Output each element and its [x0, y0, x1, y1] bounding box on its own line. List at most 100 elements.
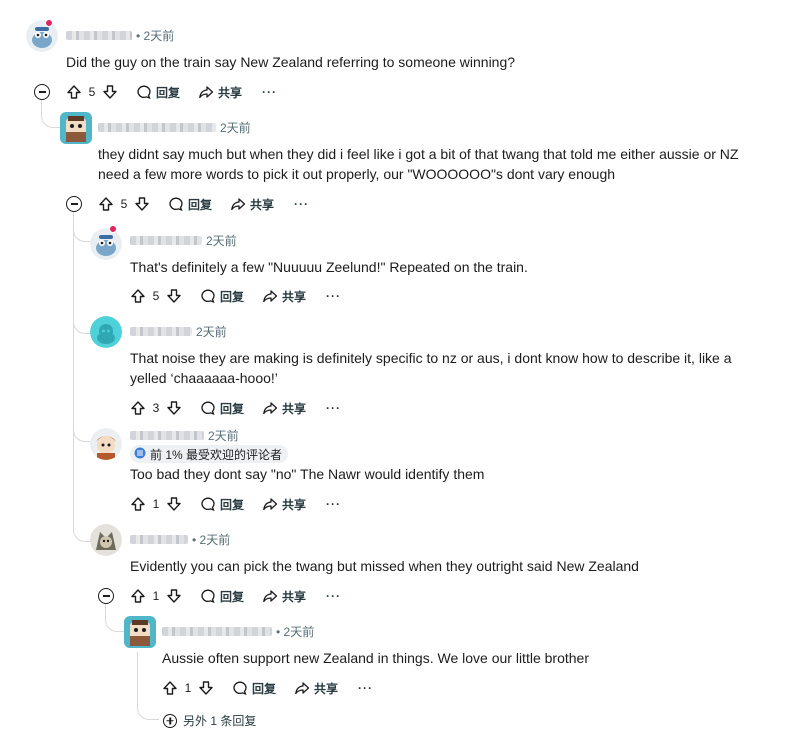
online-indicator [109, 225, 117, 233]
thread-elbow-c1 [41, 100, 61, 128]
comment-actions: 3 回复 共享 ··· [130, 398, 341, 418]
reply-label: 回复 [188, 197, 213, 212]
comment-body: That's definitely a few "Nuuuuu Zeelund!… [130, 259, 528, 275]
comment-icon [200, 400, 216, 416]
timestamp: • 2天前 [276, 625, 315, 639]
username[interactable] [130, 236, 202, 245]
downvote-icon[interactable] [166, 588, 182, 604]
share-label: 共享 [282, 589, 307, 604]
share-button[interactable]: 共享 [230, 196, 274, 213]
comment-body: Too bad they dont say "no" The Nawr woul… [130, 466, 485, 482]
more-options-button[interactable]: ··· [326, 401, 341, 415]
share-button[interactable]: 共享 [262, 400, 306, 417]
comment-icon [136, 84, 152, 100]
upvote-icon[interactable] [130, 288, 146, 304]
username[interactable] [130, 327, 192, 336]
comment-body: Aussie often support new Zealand in thin… [162, 650, 589, 666]
share-button[interactable]: 共享 [262, 588, 306, 605]
reply-button[interactable]: 回复 [200, 496, 244, 513]
comment-icon [200, 288, 216, 304]
reply-button[interactable]: 回复 [200, 400, 244, 417]
timestamp: 2天前 [196, 325, 227, 339]
timestamp: • 2天前 [192, 533, 231, 547]
reply-label: 回复 [220, 401, 245, 416]
reply-label: 回复 [220, 497, 245, 512]
downvote-icon[interactable] [198, 680, 214, 696]
timestamp: 2天前 [220, 121, 251, 135]
more-options-button[interactable]: ··· [326, 289, 341, 303]
username[interactable] [130, 431, 204, 440]
downvote-icon[interactable] [166, 496, 182, 512]
avatar[interactable] [124, 616, 156, 648]
share-icon [294, 680, 310, 696]
share-button[interactable]: 共享 [198, 84, 242, 101]
comment-actions: 1 回复 共享 ··· [162, 678, 373, 698]
share-label: 共享 [282, 401, 307, 416]
vote-count: 1 [152, 497, 160, 511]
downvote-icon[interactable] [102, 84, 118, 100]
upvote-icon[interactable] [130, 588, 146, 604]
reply-button[interactable]: 回复 [200, 588, 244, 605]
timestamp: • 2天前 [136, 29, 175, 43]
award-icon [134, 447, 146, 462]
share-button[interactable]: 共享 [262, 288, 306, 305]
comment-actions: 5 回复 共享 ··· [66, 82, 277, 102]
share-icon [262, 588, 278, 604]
share-label: 共享 [314, 681, 339, 696]
comment-icon [200, 588, 216, 604]
downvote-icon[interactable] [166, 288, 182, 304]
username[interactable] [66, 31, 132, 40]
collapse-icon[interactable] [34, 84, 50, 100]
share-button[interactable]: 共享 [294, 680, 338, 697]
more-replies-button[interactable]: 另外 1 条回复 [163, 712, 256, 729]
share-icon [262, 400, 278, 416]
top-commenter-flair: 前 1% 最受欢迎的评论者 [130, 445, 289, 463]
reply-button[interactable]: 回复 [232, 680, 276, 697]
comment-meta: • 2天前 [66, 27, 174, 44]
share-label: 共享 [218, 85, 243, 100]
thread-elbow-more [137, 690, 159, 720]
comment-icon [232, 680, 248, 696]
more-options-button[interactable]: ··· [294, 197, 309, 211]
avatar[interactable] [60, 112, 92, 144]
comment-meta: 2天前 [98, 119, 251, 136]
upvote-icon[interactable] [98, 196, 114, 212]
upvote-icon[interactable] [130, 400, 146, 416]
more-options-button[interactable]: ··· [326, 497, 341, 511]
upvote-icon[interactable] [66, 84, 82, 100]
downvote-icon[interactable] [134, 196, 150, 212]
avatar[interactable] [90, 228, 122, 260]
avatar[interactable] [90, 524, 122, 556]
vote-count: 3 [152, 401, 160, 415]
avatar[interactable] [26, 20, 58, 52]
flair-label: 前 1% 最受欢迎的评论者 [150, 447, 283, 462]
username[interactable] [98, 123, 216, 132]
avatar[interactable] [90, 428, 122, 460]
username[interactable] [130, 535, 188, 544]
username[interactable] [162, 627, 272, 636]
reply-button[interactable]: 回复 [168, 196, 212, 213]
share-button[interactable]: 共享 [262, 496, 306, 513]
comment-meta: • 2天前 [162, 623, 314, 640]
downvote-icon[interactable] [166, 400, 182, 416]
comment-body: That noise they are making is definitely… [130, 350, 732, 386]
more-options-button[interactable]: ··· [358, 681, 373, 695]
comment-icon [168, 196, 184, 212]
comment-body: they didnt say much but when they did i … [98, 146, 739, 182]
comment-meta: 2天前 [130, 323, 227, 340]
comment-meta: • 2天前 [130, 531, 230, 548]
more-replies-label: 另外 1 条回复 [183, 714, 257, 728]
collapse-icon[interactable] [66, 196, 82, 212]
reply-label: 回复 [220, 289, 245, 304]
vote-count: 1 [184, 681, 192, 695]
comment-meta: 2天前 [130, 427, 239, 444]
upvote-icon[interactable] [162, 680, 178, 696]
avatar[interactable] [90, 316, 122, 348]
more-options-button[interactable]: ··· [262, 85, 277, 99]
comment-actions: 1 回复 共享 ··· [130, 494, 341, 514]
reply-button[interactable]: 回复 [200, 288, 244, 305]
upvote-icon[interactable] [130, 496, 146, 512]
collapse-icon[interactable] [98, 588, 114, 604]
reply-button[interactable]: 回复 [136, 84, 180, 101]
more-options-button[interactable]: ··· [326, 589, 341, 603]
